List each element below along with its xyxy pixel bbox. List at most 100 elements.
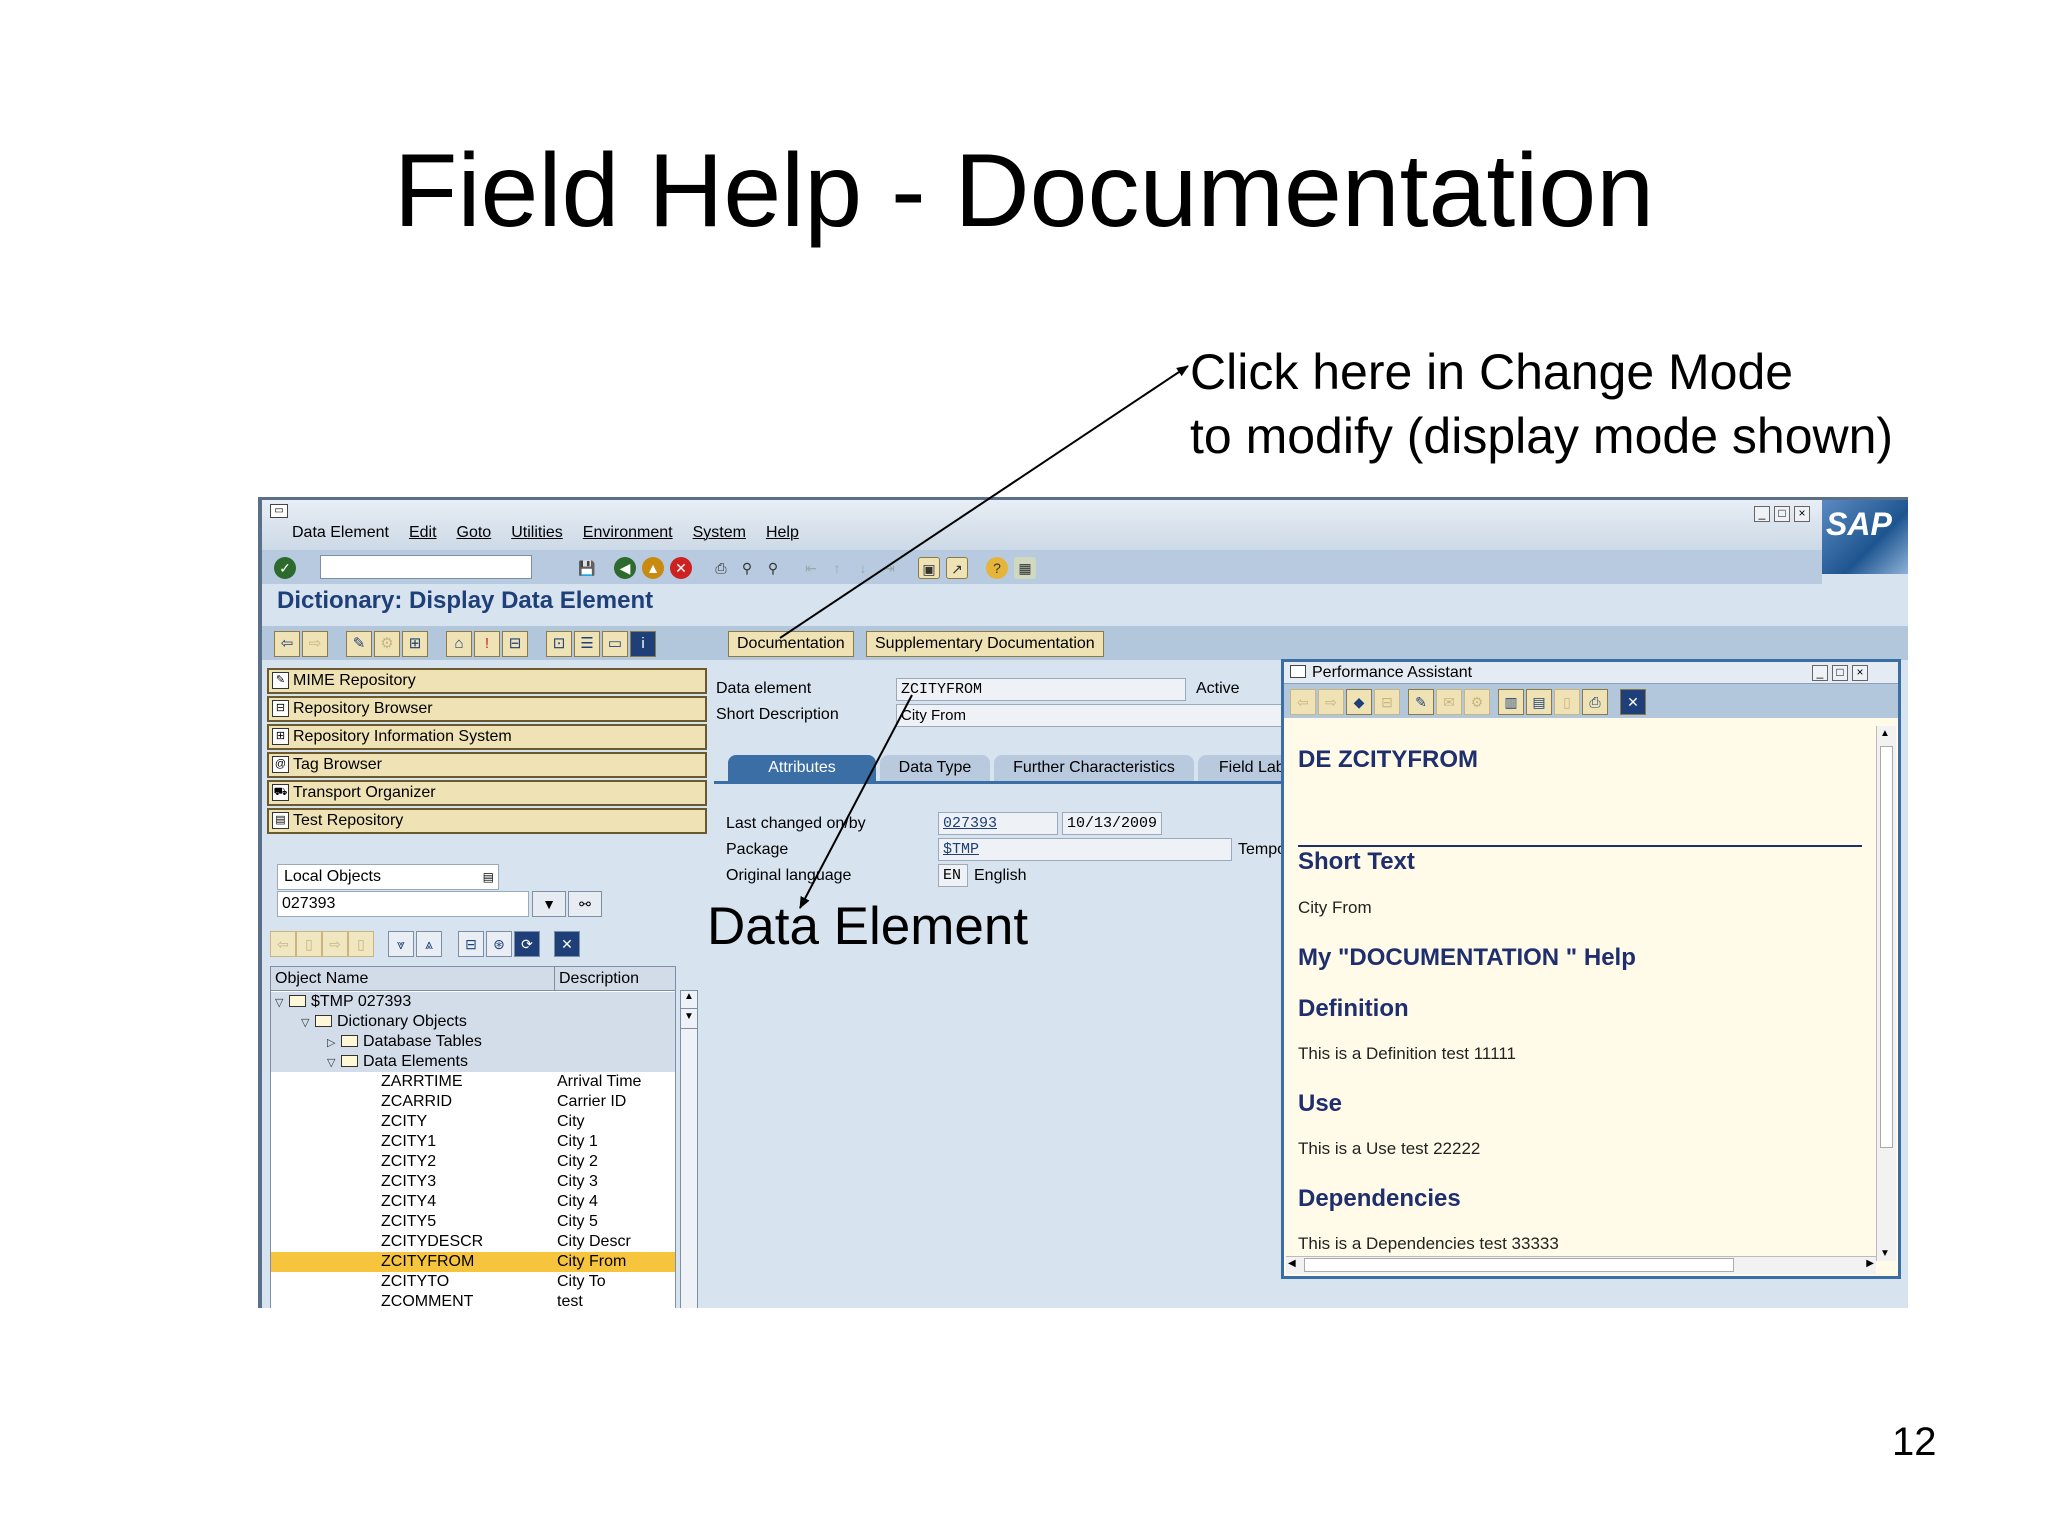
tree-item[interactable]: ZCITY City [271, 1112, 675, 1132]
tree-back-icon[interactable]: ⇦ [270, 931, 296, 957]
scroll-up-icon[interactable]: ▲ [681, 991, 697, 1009]
pa-close-button-icon[interactable]: ✕ [1620, 689, 1646, 715]
next-page-icon[interactable]: ↓ [852, 557, 874, 579]
tab-further-characteristics[interactable]: Further Characteristics [994, 755, 1194, 781]
first-page-icon[interactable]: ⇤ [800, 557, 822, 579]
nav-tag-browser[interactable]: @ Tag Browser [267, 752, 707, 778]
enter-icon[interactable]: ✓ [274, 557, 296, 579]
tree-item[interactable]: ZCITY3 City 3 [271, 1172, 675, 1192]
info-object-icon[interactable]: ! [474, 631, 500, 657]
pa-edit-icon[interactable]: ✎ [1408, 689, 1434, 715]
create-session-icon[interactable]: ▣ [918, 557, 940, 579]
tree-item[interactable]: ZCITY1 City 1 [271, 1132, 675, 1152]
nav-test-repository[interactable]: ▤ Test Repository [267, 808, 707, 834]
tree-item[interactable]: ZCITYTO City To [271, 1272, 675, 1292]
menu-utilities[interactable]: Utilities [511, 524, 563, 542]
exit-icon[interactable]: ▲ [642, 557, 664, 579]
close-tree-icon[interactable]: ✕ [554, 931, 580, 957]
menu-data-element[interactable]: Data Element [292, 524, 389, 542]
dropdown-arrow-icon[interactable]: ▼ [532, 891, 566, 917]
pa-scroll-down-icon[interactable]: ▼ [1880, 1248, 1890, 1259]
info-icon[interactable]: i [630, 631, 656, 657]
display-glasses-icon[interactable]: ⚯ [568, 891, 602, 917]
documentation-button[interactable]: Documentation [728, 631, 854, 657]
cancel-icon[interactable]: ✕ [670, 557, 692, 579]
refresh-icon[interactable]: ⟳ [514, 931, 540, 957]
user-input[interactable]: 027393 [277, 891, 529, 917]
original-language-code[interactable]: EN [938, 864, 968, 887]
activate-icon[interactable]: ⚙ [374, 631, 400, 657]
tree-hierarchy-icon[interactable]: ⊟ [458, 931, 484, 957]
command-field[interactable] [320, 555, 532, 579]
shortcut-icon[interactable]: ↗ [946, 557, 968, 579]
tree-node[interactable]: ▽ $TMP 027393 [271, 992, 675, 1012]
layout-icon[interactable]: ▦ [1014, 557, 1036, 579]
tab-data-type[interactable]: Data Type [880, 755, 990, 781]
tree-icon[interactable]: ☰ [574, 631, 600, 657]
tree-doc-icon[interactable]: ▯ [296, 931, 322, 957]
tree-item[interactable]: ZCARRID Carrier ID [271, 1092, 675, 1112]
pa-links-icon[interactable]: ⚙ [1464, 689, 1490, 715]
pa-forward-icon[interactable]: ⇨ [1318, 689, 1344, 715]
fullscreen-icon[interactable]: ▭ [602, 631, 628, 657]
tree-scrollbar[interactable]: ▲ ▼ [680, 990, 698, 1308]
menu-help[interactable]: Help [766, 524, 799, 542]
navigation-icon[interactable]: ⊡ [546, 631, 572, 657]
pa-technical-info-icon[interactable]: ◆ [1346, 689, 1372, 715]
pa-scroll-left-icon[interactable]: ◀ [1288, 1258, 1296, 1269]
pa-minimize-icon[interactable]: _ [1812, 665, 1828, 681]
pa-comment-icon[interactable]: ✉ [1436, 689, 1462, 715]
pa-save-icon[interactable]: ▯ [1554, 689, 1580, 715]
tree-item[interactable]: ZCITY2 City 2 [271, 1152, 675, 1172]
tree-item[interactable]: ZCOMMENT test [271, 1292, 675, 1308]
pa-hscroll-thumb[interactable] [1304, 1258, 1734, 1272]
display-change-icon[interactable]: ✎ [346, 631, 372, 657]
tree-forward-icon[interactable]: ⇨ [322, 931, 348, 957]
tree-item[interactable]: ZCITYDESCR City Descr [271, 1232, 675, 1252]
data-element-field[interactable]: ZCITYFROM [896, 678, 1186, 701]
back-icon[interactable]: ◀ [614, 557, 636, 579]
tab-attributes[interactable]: Attributes [728, 755, 876, 781]
nav-repository-information-system[interactable]: ⊞ Repository Information System [267, 724, 707, 750]
minimize-icon[interactable]: _ [1754, 506, 1770, 522]
nav-mime-repository[interactable]: ✎ MIME Repository [267, 668, 707, 694]
pa-settings-icon[interactable]: ▤ [1526, 689, 1552, 715]
previous-page-icon[interactable]: ↑ [826, 557, 848, 579]
print-icon[interactable]: ⎙ [710, 557, 732, 579]
hierarchy-icon[interactable]: ⊟ [502, 631, 528, 657]
short-description-field[interactable]: City From [896, 704, 1286, 727]
column-description[interactable]: Description [555, 967, 675, 991]
collapse-icon[interactable]: ⩓ [416, 931, 442, 957]
help-icon[interactable]: ? [986, 557, 1008, 579]
supplementary-documentation-button[interactable]: Supplementary Documentation [866, 631, 1104, 657]
maximize-icon[interactable]: □ [1774, 506, 1790, 522]
where-used-icon[interactable]: ⌂ [446, 631, 472, 657]
find-next-icon[interactable]: ⚲ [762, 557, 784, 579]
tree-node[interactable]: ▽ Dictionary Objects [271, 1012, 675, 1032]
back-arrow-icon[interactable]: ⇦ [274, 631, 300, 657]
nav-transport-organizer[interactable]: ⛟ Transport Organizer [267, 780, 707, 806]
pa-scroll-thumb[interactable] [1880, 746, 1893, 1148]
expand-icon[interactable]: ⩔ [388, 931, 414, 957]
pa-back-icon[interactable]: ⇦ [1290, 689, 1316, 715]
pa-close-icon[interactable]: × [1852, 665, 1868, 681]
tree-item[interactable]: ZCITY4 City 4 [271, 1192, 675, 1212]
menu-edit[interactable]: Edit [409, 524, 437, 542]
nav-repository-browser[interactable]: ⊟ Repository Browser [267, 696, 707, 722]
close-window-icon[interactable]: × [1794, 506, 1810, 522]
tree-item[interactable]: ZARRTIME Arrival Time [271, 1072, 675, 1092]
save-icon[interactable]: 💾 [576, 557, 598, 579]
pa-print-icon[interactable]: ⎙ [1582, 689, 1608, 715]
tree-node[interactable]: ▽ Data Elements [271, 1052, 675, 1072]
menu-environment[interactable]: Environment [583, 524, 673, 542]
scroll-down-icon[interactable]: ▼ [681, 1011, 697, 1029]
pa-scroll-right-icon[interactable]: ▶ [1866, 1258, 1874, 1269]
package-field[interactable]: $TMP [938, 838, 1232, 861]
last-page-icon[interactable]: ⇥ [878, 557, 900, 579]
column-object-name[interactable]: Object Name [271, 967, 555, 991]
pa-horizontal-scrollbar[interactable]: ◀ ▶ [1286, 1256, 1876, 1274]
find-icon[interactable]: ⚲ [736, 557, 758, 579]
pa-scroll-up-icon[interactable]: ▲ [1880, 728, 1890, 739]
window-menu-icon[interactable]: ▭ [270, 504, 288, 518]
menu-system[interactable]: System [693, 524, 746, 542]
